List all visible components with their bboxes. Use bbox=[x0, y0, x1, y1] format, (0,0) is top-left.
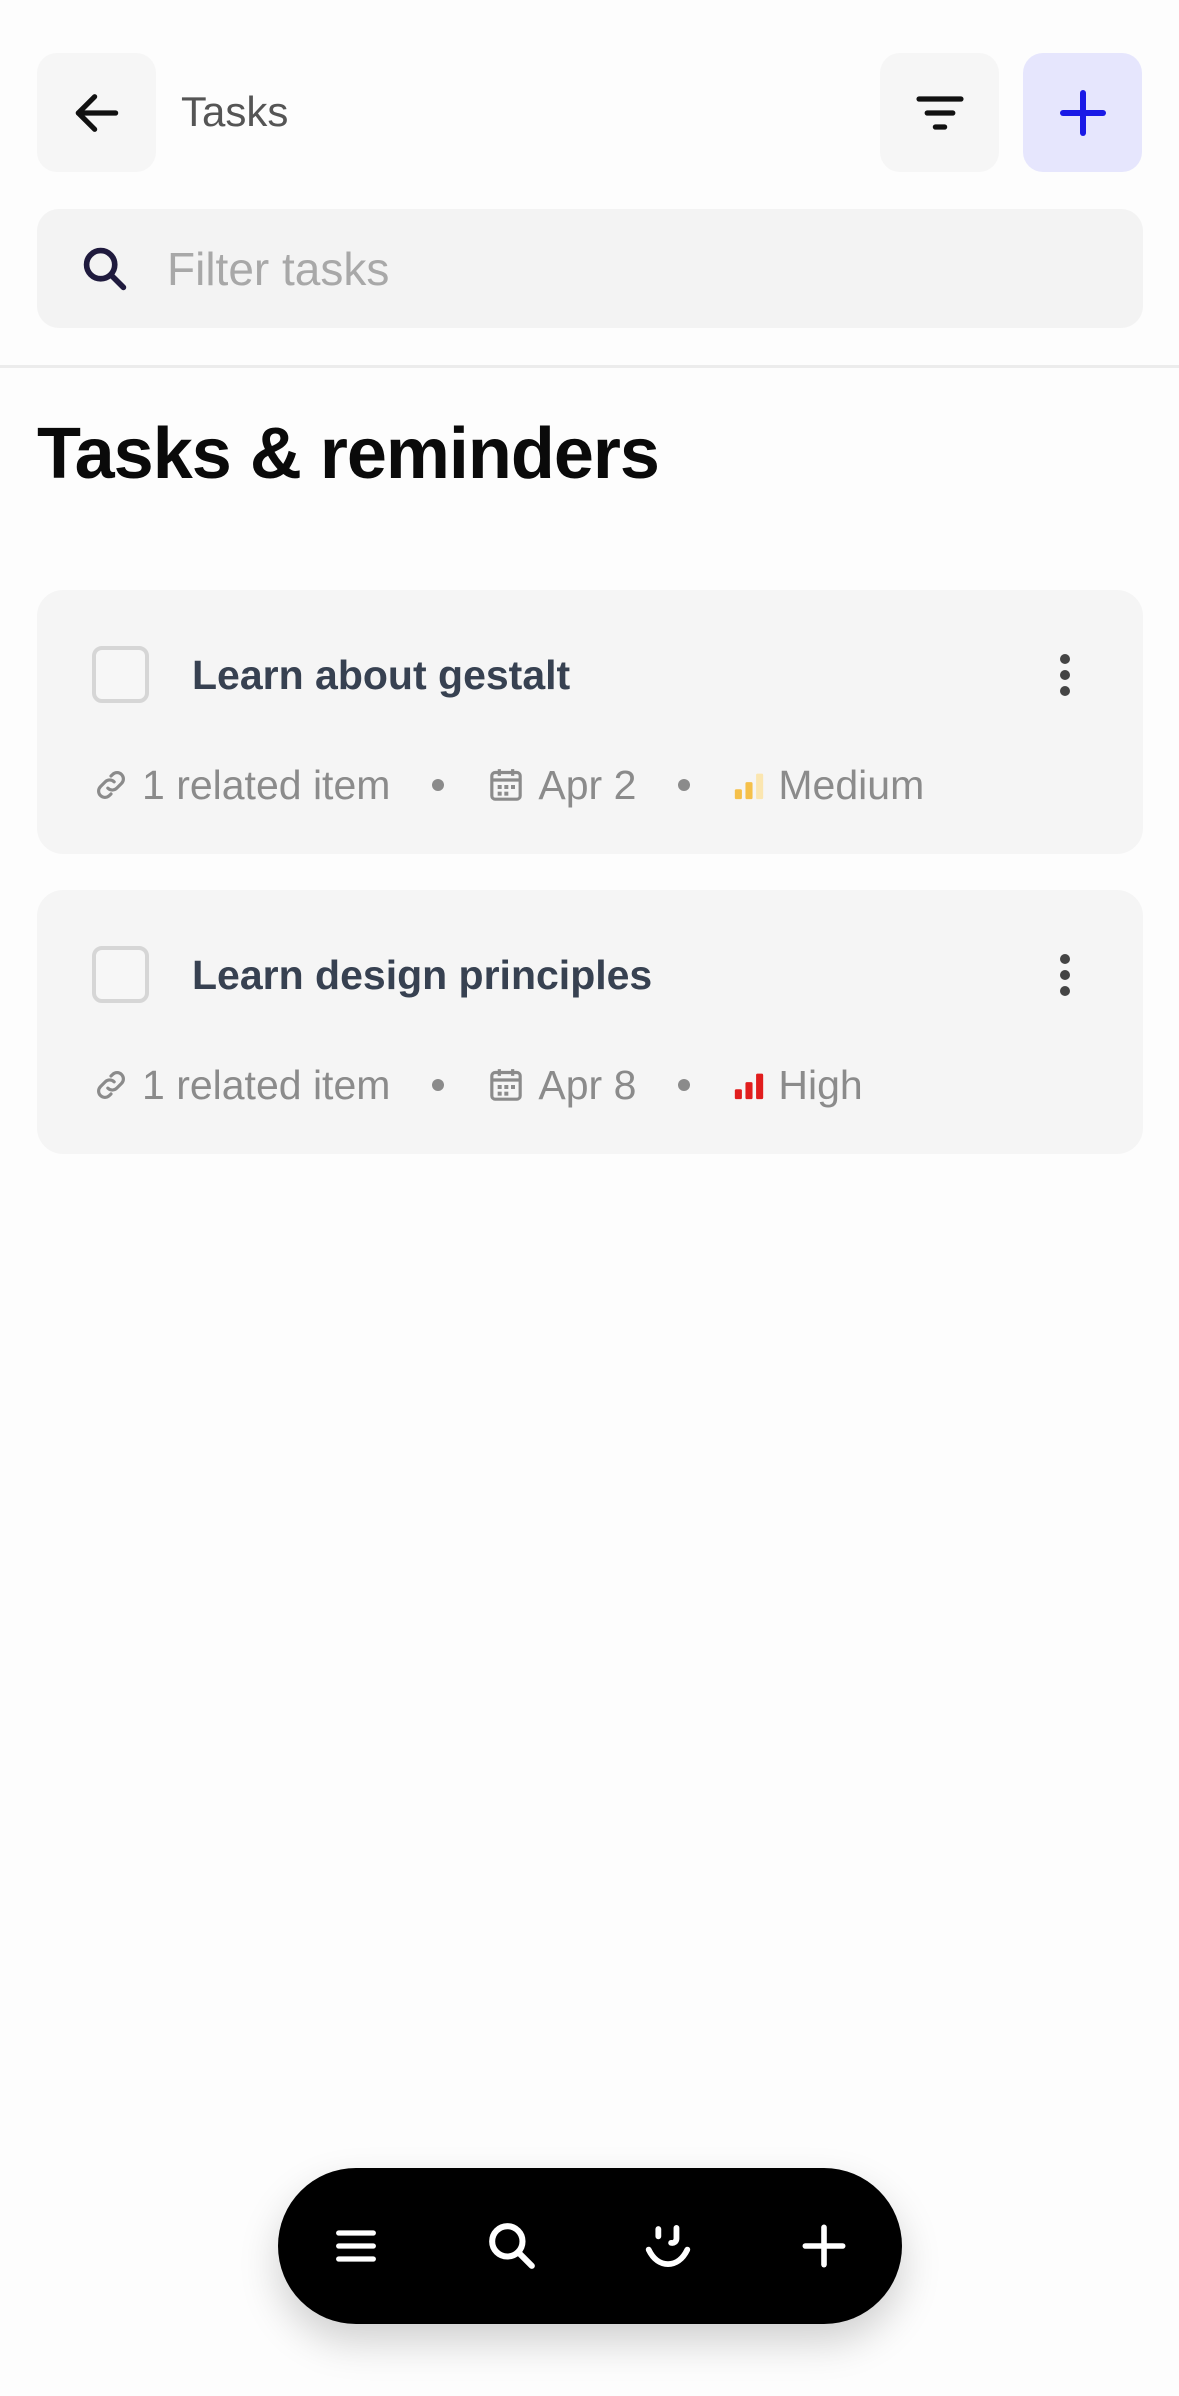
search-bar bbox=[37, 209, 1143, 328]
nav-assistant-button[interactable] bbox=[628, 2206, 708, 2286]
task-meta: 1 related item Apr 2 Medium bbox=[92, 755, 924, 815]
task-title: Learn about gestalt bbox=[192, 652, 571, 698]
signal-bars-icon bbox=[732, 768, 766, 802]
header: Tasks bbox=[0, 0, 1179, 368]
task-meta: 1 related item Apr 8 High bbox=[92, 1055, 863, 1115]
header-title: Tasks bbox=[181, 88, 289, 135]
add-task-button[interactable] bbox=[1023, 53, 1142, 172]
page-title: Tasks & reminders bbox=[37, 414, 660, 494]
priority-label[interactable]: Medium bbox=[778, 762, 924, 809]
task-checkbox[interactable] bbox=[92, 946, 149, 1003]
plus-icon bbox=[1059, 89, 1106, 136]
task-more-button[interactable] bbox=[1037, 640, 1093, 710]
task-checkbox[interactable] bbox=[92, 646, 149, 703]
signal-bars-icon bbox=[732, 1068, 766, 1102]
filter-button[interactable] bbox=[880, 53, 999, 172]
more-vertical-icon bbox=[1060, 954, 1070, 996]
filter-icon bbox=[915, 95, 964, 130]
link-icon bbox=[92, 766, 130, 804]
nav-menu-button[interactable] bbox=[316, 2206, 396, 2286]
task-card[interactable]: Learn about gestalt 1 related item Apr 2… bbox=[37, 590, 1143, 854]
due-date[interactable]: Apr 2 bbox=[538, 762, 636, 809]
meta-separator bbox=[678, 1079, 691, 1091]
meta-separator bbox=[432, 1079, 445, 1091]
menu-icon bbox=[336, 2230, 376, 2262]
back-button[interactable] bbox=[37, 53, 156, 172]
calendar-icon bbox=[486, 765, 526, 805]
nav-add-button[interactable] bbox=[784, 2206, 864, 2286]
plus-icon bbox=[802, 2224, 846, 2268]
filter-tasks-input[interactable] bbox=[167, 209, 1107, 328]
more-vertical-icon bbox=[1060, 654, 1070, 696]
assistant-face-icon bbox=[645, 2224, 691, 2268]
related-items-count[interactable]: 1 related item bbox=[142, 762, 390, 809]
nav-search-button[interactable] bbox=[472, 2206, 552, 2286]
calendar-icon bbox=[486, 1065, 526, 1105]
related-items-count[interactable]: 1 related item bbox=[142, 1062, 390, 1109]
task-more-button[interactable] bbox=[1037, 940, 1093, 1010]
due-date[interactable]: Apr 8 bbox=[538, 1062, 636, 1109]
search-icon bbox=[83, 247, 127, 291]
task-title: Learn design principles bbox=[192, 952, 653, 998]
bottom-navigation bbox=[278, 2168, 902, 2324]
priority-label[interactable]: High bbox=[778, 1062, 862, 1109]
meta-separator bbox=[432, 779, 445, 791]
task-card[interactable]: Learn design principles 1 related item A… bbox=[37, 890, 1143, 1154]
link-icon bbox=[92, 1066, 130, 1104]
meta-separator bbox=[678, 779, 691, 791]
tasks-screen: Tasks Tasks & reminders Learn about gest… bbox=[0, 0, 1179, 2396]
search-icon bbox=[489, 2223, 535, 2269]
arrow-left-icon bbox=[75, 93, 118, 132]
